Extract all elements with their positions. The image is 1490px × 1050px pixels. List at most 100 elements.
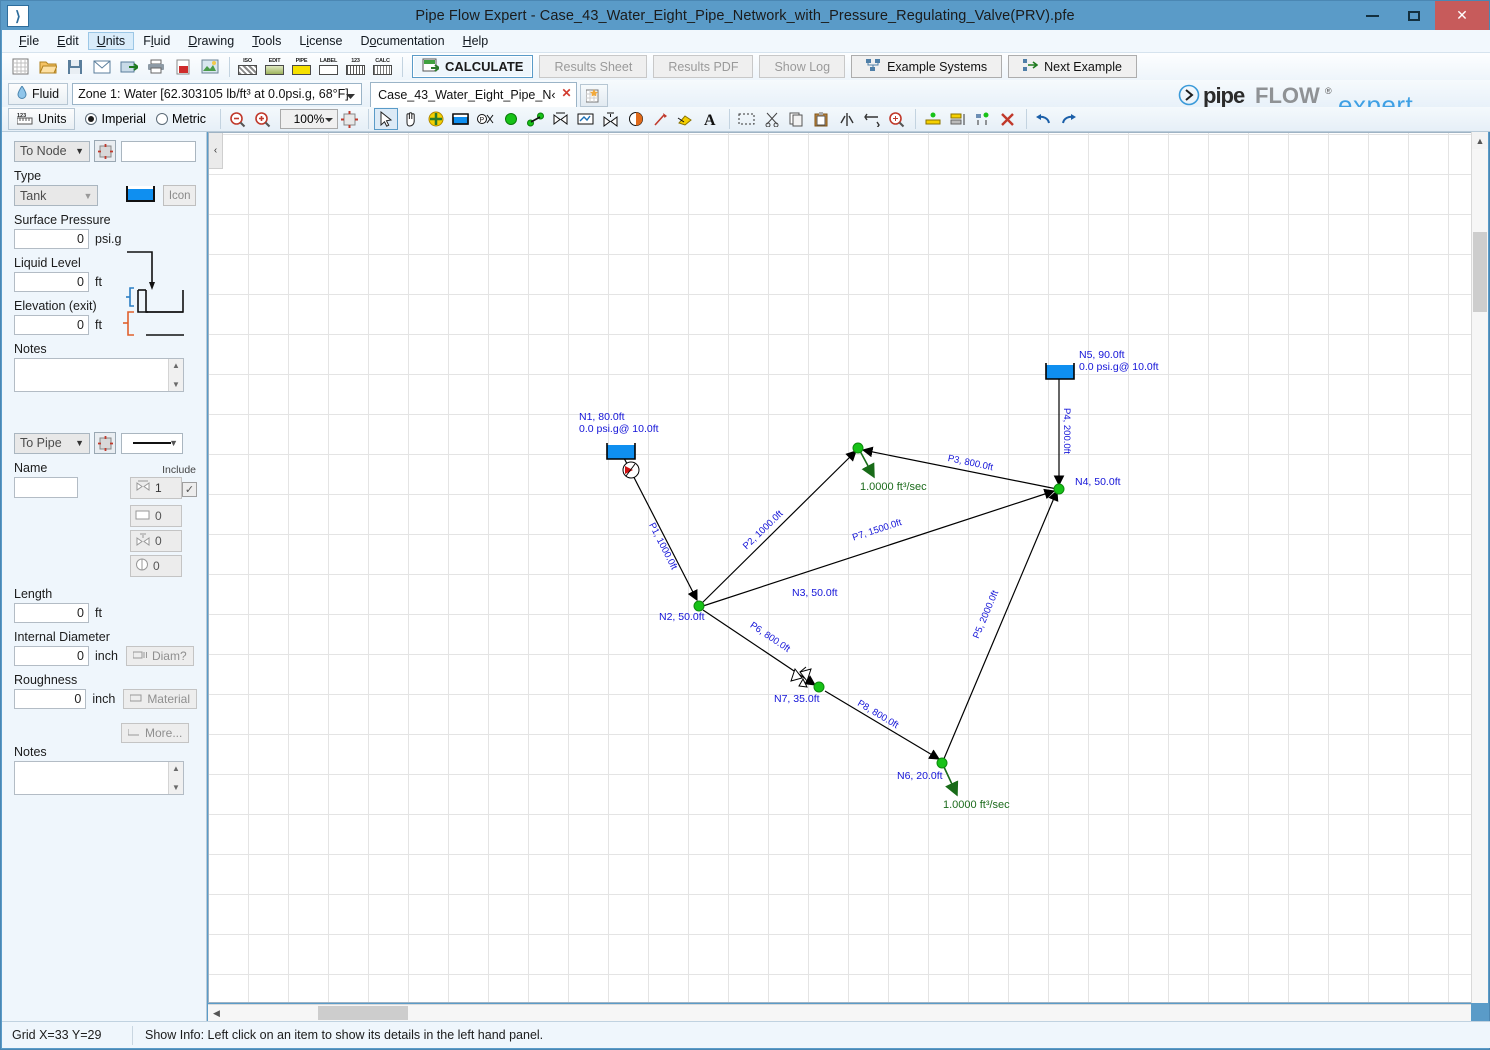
image-export-icon[interactable] [197,55,222,78]
scroll-up-icon[interactable]: ▲ [1472,132,1488,149]
notes-scrollbar[interactable]: ▲ ▼ [168,359,183,391]
imperial-radio[interactable]: Imperial [85,112,146,126]
menu-license[interactable]: License [290,32,351,50]
flip-horizontal-icon[interactable] [835,108,859,130]
move-node-tool[interactable] [424,108,448,130]
align-nodes-icon[interactable] [921,108,945,130]
horizontal-scrollbar[interactable]: ◀ [208,1004,1471,1021]
next-example-button[interactable]: Next Example [1008,55,1137,78]
add-fitting-tool[interactable] [549,108,573,130]
diameter-input[interactable]: 0 [14,646,89,666]
diameter-picker-button[interactable]: Diam? [125,646,194,666]
label-button[interactable]: LABEL [316,55,341,78]
copy-icon[interactable] [785,108,809,130]
vertical-scrollbar[interactable]: ▲ [1471,132,1488,1003]
maximize-button[interactable] [1393,1,1435,30]
zoom-out-icon[interactable] [226,108,250,130]
node-N7[interactable] [813,681,825,693]
new-icon[interactable] [8,55,33,78]
components-count-button[interactable]: 0 [130,505,182,527]
vertical-scroll-thumb[interactable] [1473,232,1487,312]
pipe-P8[interactable] [824,690,941,760]
save-icon[interactable] [62,55,87,78]
pipe-scope-select[interactable]: To Pipe ▼ [14,432,90,454]
paste-icon[interactable] [810,108,834,130]
tank-N1[interactable] [606,443,636,460]
open-folder-icon[interactable] [35,55,60,78]
zoom-in-icon[interactable] [251,108,275,130]
units-button[interactable]: 123 Units [8,108,76,130]
draw-pipe-tool[interactable] [524,108,548,130]
add-prv-tool[interactable]: P [474,108,498,130]
delete-icon[interactable] [996,108,1020,130]
fittings-count-button[interactable]: 1 [130,477,182,499]
distribute-icon[interactable] [946,108,970,130]
pipe-name-input[interactable] [14,477,78,498]
pumps-count-button[interactable]: 0 [130,555,182,577]
select-tool[interactable] [373,108,398,130]
more-button[interactable]: More... [121,723,190,743]
roughness-input[interactable]: 0 [14,689,87,709]
network-canvas[interactable]: ‹ N1, 80.0ft 0.0 psi.g@ 10.0ft N2, 50.0f… [208,132,1488,1003]
close-icon[interactable]: ✕ [562,86,572,100]
pipe-P5[interactable] [942,489,1059,762]
node-type-select[interactable]: Tank ▼ [14,185,99,206]
node-N4[interactable] [1053,483,1065,495]
menu-units[interactable]: Units [87,32,135,50]
pipe-button[interactable]: PIPE [289,55,314,78]
menu-drawing[interactable]: Drawing [179,32,243,50]
export-icon[interactable] [116,55,141,78]
node-locate-button[interactable] [94,140,116,162]
metric-radio[interactable]: Metric [155,112,206,126]
undo-icon[interactable] [1032,108,1056,130]
node-name-input[interactable] [121,140,196,162]
length-input[interactable]: 0 [14,603,89,623]
menu-documentation[interactable]: Documentation [351,32,453,50]
include-checkbox[interactable]: ✓ [182,482,197,497]
calc-label-button[interactable]: CALC [370,55,395,78]
zoom-level-select[interactable]: 100% [279,109,338,129]
liquid-level-input[interactable]: 0 [14,272,89,292]
pipe-locate-button[interactable] [94,432,116,454]
scroll-left-icon[interactable]: ◀ [208,1005,225,1022]
pipe-P7[interactable] [702,488,1056,607]
new-tab-button[interactable] [579,84,608,107]
node-N3[interactable] [852,442,864,454]
node-notes-input[interactable]: ▲ ▼ [14,358,184,392]
fluid-zone-select[interactable]: Zone 1: Water [62.303105 lb/ft³ at 0.0ps… [72,82,363,105]
email-icon[interactable] [89,55,114,78]
highlight-tool[interactable] [674,108,698,130]
text-tool[interactable]: A [699,108,723,130]
menu-edit[interactable]: Edit [48,32,88,50]
add-valve-tool[interactable] [599,108,623,130]
show-log-button[interactable]: Show Log [759,55,846,78]
icon-button[interactable]: Icon [163,185,196,206]
pan-hand-tool[interactable] [399,108,423,130]
flip-vertical-icon[interactable] [860,108,884,130]
close-button[interactable]: ✕ [1435,1,1489,30]
add-junction-tool[interactable] [499,108,523,130]
fit-to-screen-icon[interactable] [338,108,362,130]
menu-help[interactable]: Help [454,32,498,50]
minimize-button[interactable] [1351,1,1393,30]
pipe-style-select[interactable]: ▼ [121,432,183,454]
add-component-tool[interactable] [574,108,598,130]
numbers-button[interactable]: 123 [343,55,368,78]
check-valve-P1[interactable] [622,461,640,479]
results-pdf-button[interactable]: Results PDF [653,55,754,78]
add-pump-tool[interactable] [624,108,648,130]
node-scope-select[interactable]: To Node ▼ [14,140,90,162]
draw-line-tool[interactable] [649,108,673,130]
node-N2[interactable] [693,600,705,612]
menu-file[interactable]: File [10,32,48,50]
elevation-input[interactable]: 0 [14,315,89,335]
menu-tools[interactable]: Tools [243,32,290,50]
tank-N5[interactable] [1045,363,1075,380]
zoom-area-icon[interactable] [885,108,909,130]
menu-fluid[interactable]: Fluid [134,32,179,50]
print-icon[interactable] [143,55,168,78]
example-systems-button[interactable]: Example Systems [851,55,1003,78]
iso-button[interactable]: ISO [235,55,260,78]
results-sheet-button[interactable]: Results Sheet [539,55,648,78]
node-N6[interactable] [936,757,948,769]
